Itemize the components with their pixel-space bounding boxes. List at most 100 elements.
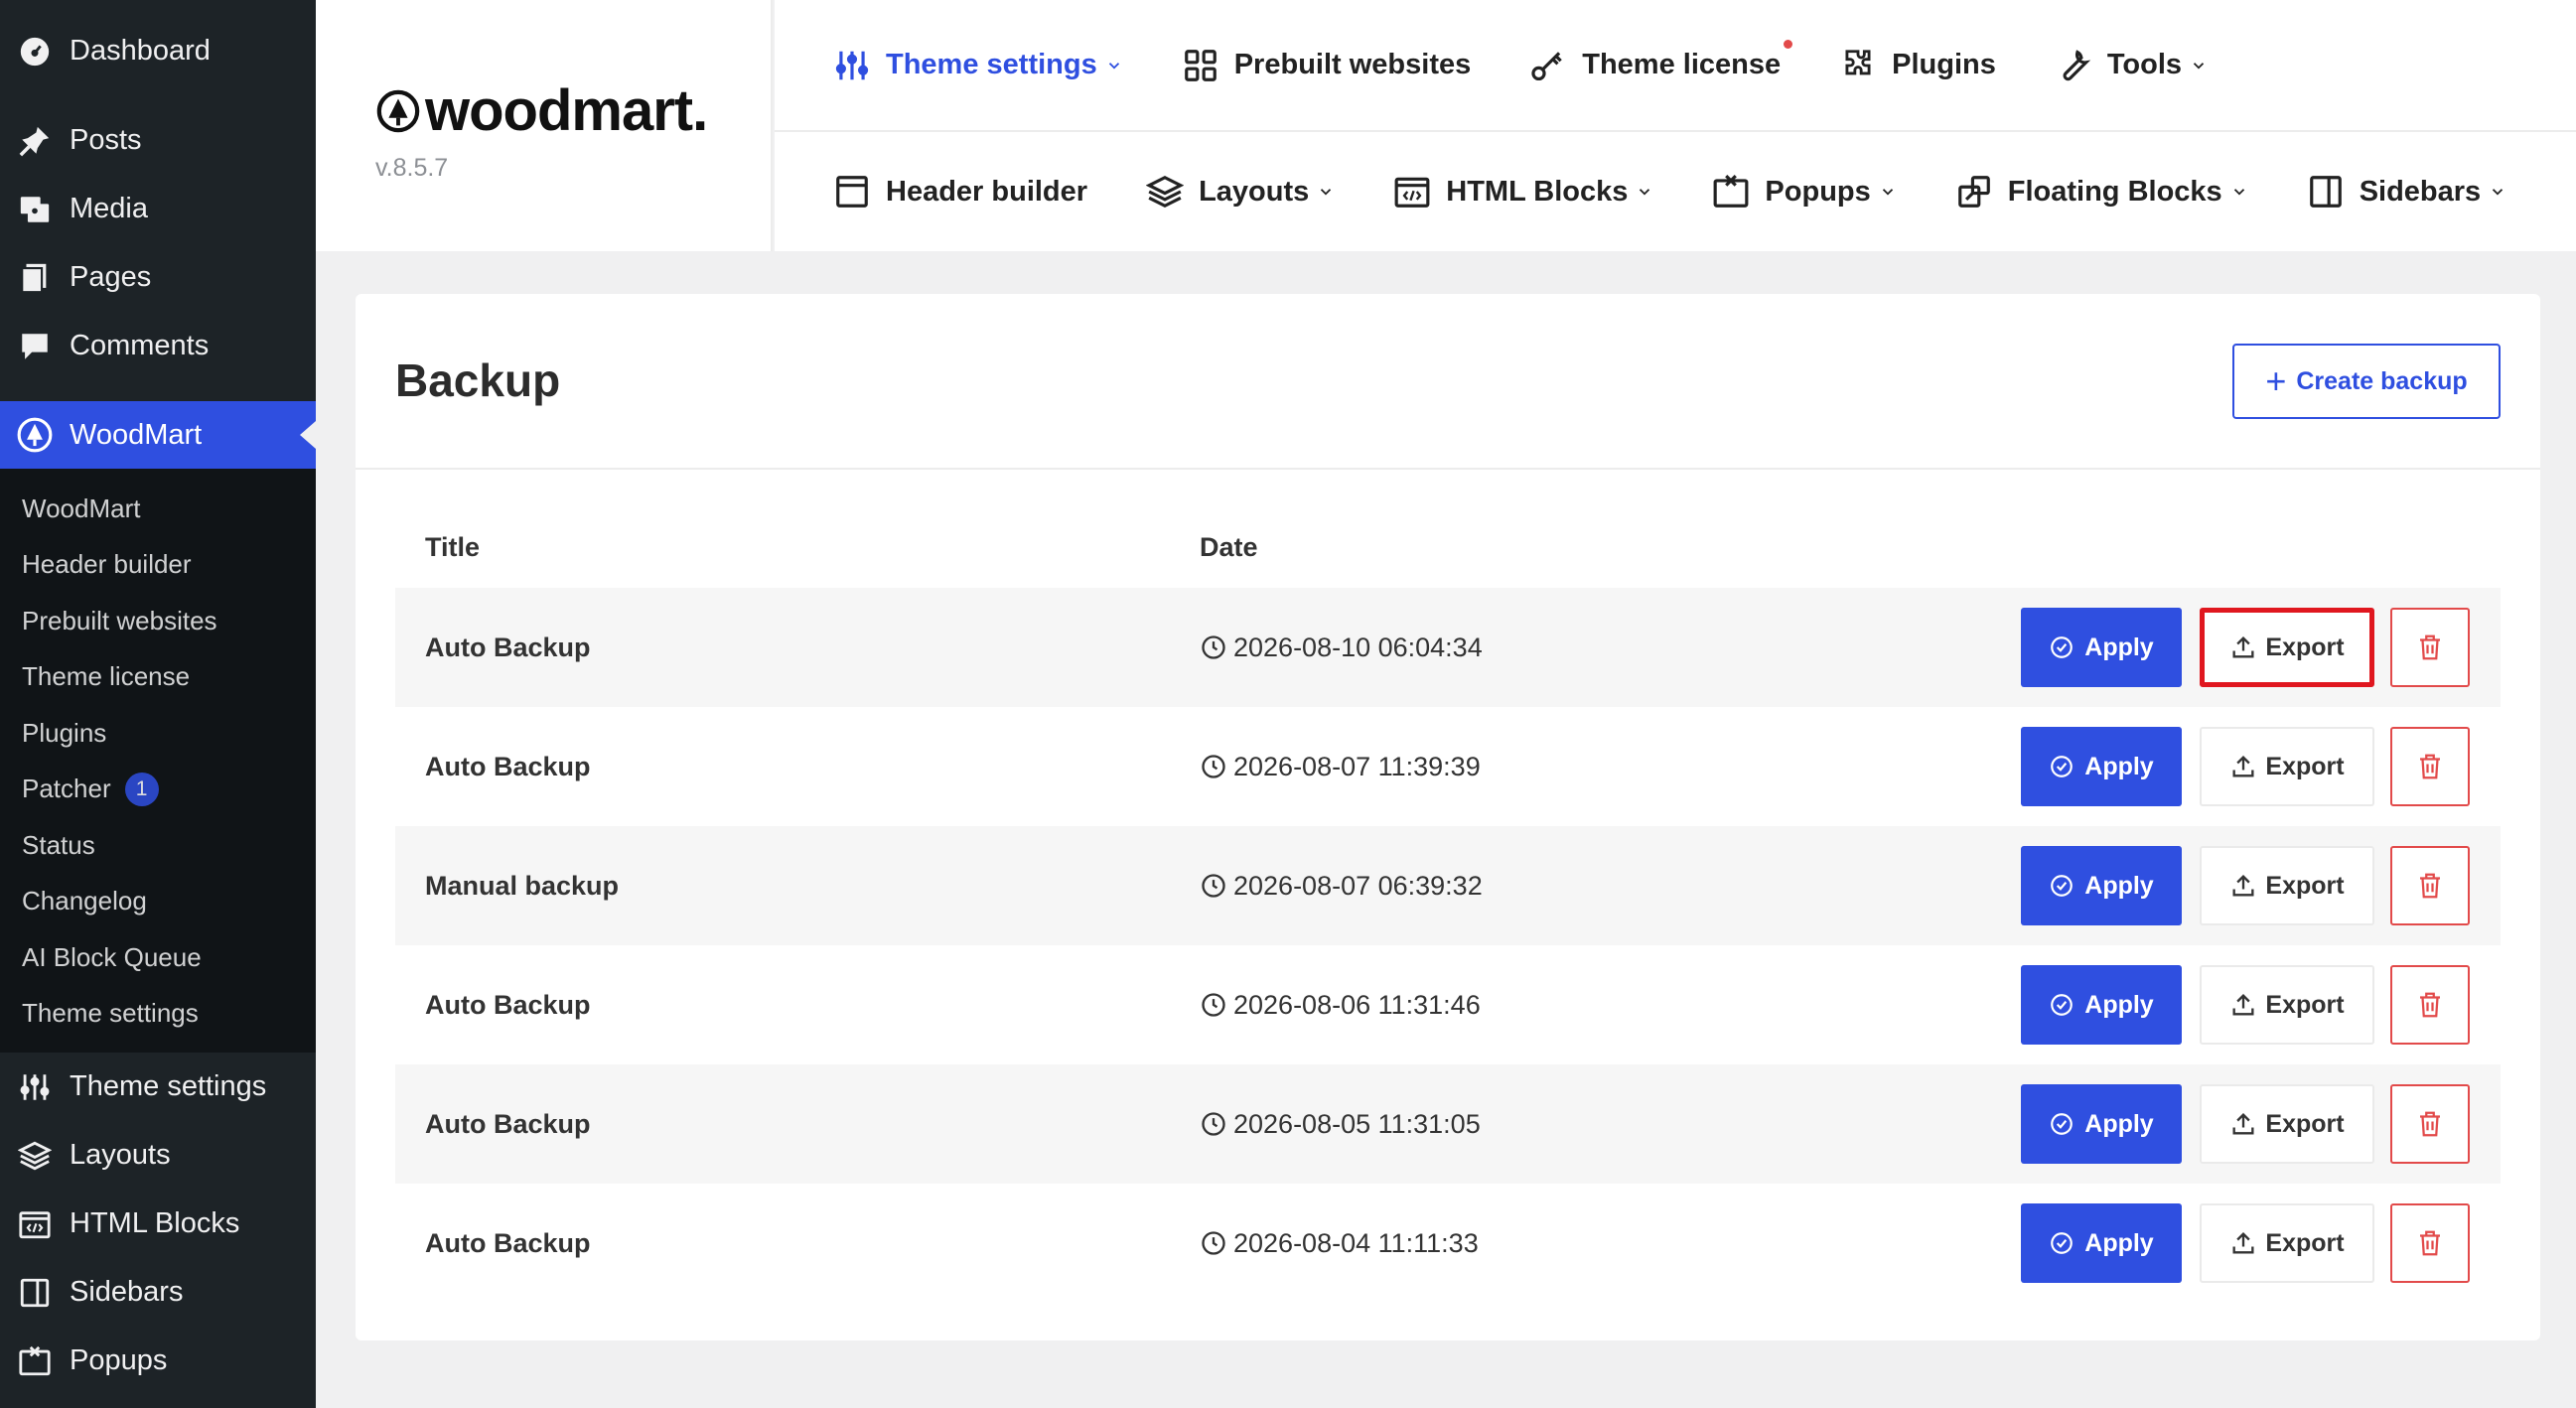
check-circle-icon (2049, 1230, 2084, 1256)
sidebar-item-label: Media (70, 193, 148, 224)
submenu-item-label: Patcher (22, 774, 111, 804)
submenu-item-woodmart[interactable]: WoodMart (0, 481, 316, 537)
sidebar-item-label: Popups (70, 1344, 168, 1376)
submenu-item-prebuilt-websites[interactable]: Prebuilt websites (0, 593, 316, 649)
backup-title: Manual backup (425, 870, 620, 901)
clock-icon (1200, 1110, 1233, 1138)
sidebar-item-popups[interactable]: Popups (0, 1327, 316, 1395)
nav-label: Layouts (1199, 175, 1310, 208)
delete-button[interactable] (2390, 608, 2470, 687)
nav-label: Tools (2106, 49, 2183, 80)
sidebar-item-layouts[interactable]: Layouts (0, 1121, 316, 1190)
apply-button[interactable]: Apply (2021, 727, 2182, 806)
create-backup-label: Create backup (2296, 366, 2468, 395)
clock-icon (1200, 1229, 1233, 1257)
chevron-down-icon (1105, 57, 1123, 74)
sidebar-item-media[interactable]: Media (0, 175, 316, 243)
sidebar-icon (16, 1274, 54, 1312)
nav-plugins[interactable]: Plugins (1838, 46, 1996, 85)
apply-button[interactable]: Apply (2021, 1084, 2182, 1164)
submenu-item-ai-block-queue[interactable]: AI Block Queue (0, 929, 316, 986)
nav-tools[interactable]: Tools (2054, 46, 2208, 85)
sidebar-item-label: Layouts (70, 1139, 171, 1171)
sidebar-item-posts[interactable]: Posts (0, 106, 316, 175)
export-label: Export (2265, 1109, 2345, 1138)
clock-icon (1200, 753, 1233, 780)
sidebar-item-theme-settings[interactable]: Theme settings (0, 1053, 316, 1121)
submenu-item-label: Changelog (22, 886, 147, 916)
trash-icon (2415, 1109, 2445, 1139)
delete-button[interactable] (2390, 1084, 2470, 1164)
layers-icon (16, 1137, 54, 1175)
submenu-item-patcher[interactable]: Patcher 1 (0, 762, 316, 818)
submenu-item-theme-settings[interactable]: Theme settings (0, 986, 316, 1043)
delete-button[interactable] (2390, 965, 2470, 1045)
nav-html-blocks[interactable]: HTML Blocks (1392, 172, 1653, 211)
apply-button[interactable]: Apply (2021, 1203, 2182, 1283)
check-circle-icon (2049, 873, 2084, 899)
sidebar-item-label: Dashboard (70, 35, 211, 67)
brand-area: woodmart. v.8.5.7 (316, 0, 773, 251)
delete-button[interactable] (2390, 846, 2470, 925)
nav-floating-blocks[interactable]: Floating Blocks (1954, 172, 2248, 211)
sidebar-item-woodmart[interactable]: WoodMart (0, 401, 316, 469)
export-button[interactable]: Export (2200, 727, 2374, 806)
column-header-date: Date (1200, 532, 1258, 562)
chevron-down-icon (2489, 183, 2506, 201)
submenu-item-theme-license[interactable]: Theme license (0, 649, 316, 706)
table-row: Auto Backup 2026-08-10 06:04:34 Apply Expor… (395, 588, 2501, 707)
backup-date: 2026-08-07 06:39:32 (1200, 871, 1483, 902)
sidebar-item-label: Comments (70, 330, 210, 361)
sidebar-item-dashboard[interactable]: Dashboard (0, 17, 316, 85)
trash-icon (2415, 1228, 2445, 1258)
backup-date-value: 2026-08-10 06:04:34 (1233, 632, 1483, 662)
export-button[interactable]: Export (2200, 1203, 2374, 1283)
nav-label: Popups (1765, 175, 1871, 208)
submenu-item-plugins[interactable]: Plugins (0, 705, 316, 762)
nav-prebuilt-websites[interactable]: Prebuilt websites (1181, 46, 1472, 85)
apply-button[interactable]: Apply (2021, 608, 2182, 687)
nav-layouts[interactable]: Layouts (1145, 172, 1335, 211)
upload-icon (2229, 634, 2265, 661)
pin-icon (16, 122, 54, 160)
nav-theme-license[interactable]: Theme license (1528, 39, 1793, 85)
clock-icon (1200, 872, 1233, 900)
nav-header-builder[interactable]: Header builder (832, 172, 1087, 211)
backup-title: Auto Backup (425, 751, 591, 781)
sidebar-item-pages[interactable]: Pages (0, 243, 316, 312)
trash-icon (2415, 871, 2445, 901)
check-circle-icon (2049, 754, 2084, 779)
apply-label: Apply (2084, 990, 2154, 1019)
sidebar-item-label: Pages (70, 261, 152, 293)
export-button[interactable]: Export (2200, 608, 2374, 687)
submenu-item-changelog[interactable]: Changelog (0, 874, 316, 930)
create-backup-button[interactable]: + Create backup (2232, 344, 2501, 419)
nav-theme-settings[interactable]: Theme settings (832, 46, 1123, 85)
export-button[interactable]: Export (2200, 846, 2374, 925)
upload-icon (2229, 991, 2265, 1019)
puzzle-icon (1838, 46, 1878, 85)
apply-button[interactable]: Apply (2021, 846, 2182, 925)
apply-button[interactable]: Apply (2021, 965, 2182, 1045)
export-button[interactable]: Export (2200, 1084, 2374, 1164)
export-button[interactable]: Export (2200, 965, 2374, 1045)
sidebar-item-comments[interactable]: Comments (0, 312, 316, 380)
submenu-item-label: Header builder (22, 549, 192, 580)
layers-icon (1145, 172, 1185, 211)
woodmart-logo[interactable]: woodmart. (375, 77, 708, 144)
logo-text: woodmart. (425, 78, 708, 143)
submenu-item-label: Plugins (22, 717, 107, 748)
sidebar-item-html-blocks[interactable]: HTML Blocks (0, 1190, 316, 1258)
delete-button[interactable] (2390, 1203, 2470, 1283)
nav-sidebars[interactable]: Sidebars (2306, 172, 2507, 211)
sidebar-item-sidebars[interactable]: Sidebars (0, 1258, 316, 1327)
delete-button[interactable] (2390, 727, 2470, 806)
nav-label: Prebuilt websites (1233, 49, 1472, 80)
submenu-item-status[interactable]: Status (0, 817, 316, 874)
code-block-icon (16, 1205, 54, 1243)
apply-label: Apply (2084, 752, 2154, 780)
code-block-icon (1392, 172, 1432, 211)
nav-popups[interactable]: Popups (1711, 172, 1896, 211)
card-header: Backup + Create backup (356, 294, 2540, 470)
submenu-item-header-builder[interactable]: Header builder (0, 537, 316, 594)
